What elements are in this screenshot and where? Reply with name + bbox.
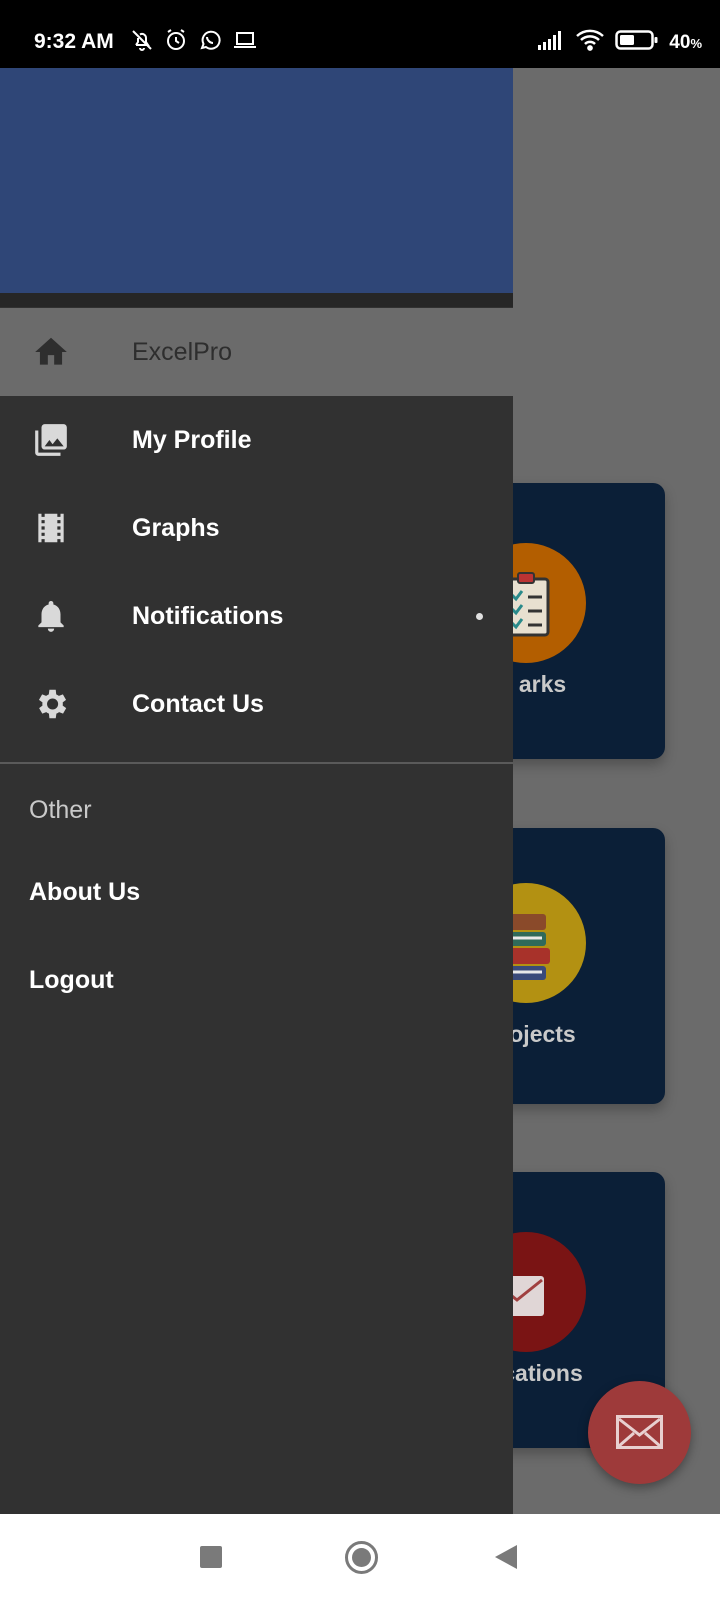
laptop-icon [232, 28, 258, 57]
drawer-item-label: Contact Us [132, 690, 264, 718]
drawer-item-logout[interactable]: Logout [0, 936, 513, 1024]
home-button[interactable] [345, 1541, 378, 1574]
recent-apps-button[interactable] [200, 1546, 222, 1568]
drawer-item-notifications[interactable]: Notifications [0, 572, 513, 660]
drawer-item-excelpro[interactable]: ExcelPro [0, 308, 513, 396]
wifi-icon [575, 28, 605, 57]
compose-mail-fab[interactable] [588, 1381, 691, 1484]
bell-off-icon [130, 28, 154, 57]
battery-level: 40% [669, 31, 702, 53]
bell-icon [38, 600, 64, 632]
system-icons: 40% [537, 28, 702, 57]
drawer-header [0, 68, 513, 293]
drawer-item-label: About Us [29, 878, 141, 906]
signal-icon [537, 29, 565, 56]
drawer-item-label: Notifications [132, 602, 284, 630]
notification-indicator-dot [476, 613, 483, 620]
battery-icon [615, 29, 659, 56]
drawer-header-divider [0, 293, 513, 307]
drawer-item-label: My Profile [132, 426, 252, 454]
status-time: 9:32 AM [34, 30, 114, 53]
film-icon [38, 513, 64, 543]
notification-icons [130, 28, 258, 57]
status-bar: 9:32 AM 40% [0, 0, 720, 68]
section-title-other: Other [29, 796, 92, 824]
drawer-item-label: Logout [29, 966, 114, 994]
home-icon [35, 337, 67, 365]
gear-icon [38, 689, 67, 719]
drawer-item-label: Graphs [132, 514, 220, 542]
navigation-drawer: ExcelPro My Profile Graphs Notifications… [0, 68, 513, 1514]
drawer-item-about-us[interactable]: About Us [0, 848, 513, 936]
drawer-item-contact-us[interactable]: Contact Us [0, 660, 513, 748]
mail-icon [616, 1415, 663, 1449]
drawer-item-graphs[interactable]: Graphs [0, 484, 513, 572]
back-button[interactable] [495, 1545, 517, 1569]
drawer-item-my-profile[interactable]: My Profile [0, 396, 513, 484]
drawer-item-label: ExcelPro [132, 338, 233, 366]
photo-library-icon [35, 424, 67, 456]
drawer-divider [0, 762, 513, 764]
whatsapp-icon [198, 28, 222, 57]
system-navigation-bar [0, 1514, 720, 1600]
alarm-icon [164, 28, 188, 57]
